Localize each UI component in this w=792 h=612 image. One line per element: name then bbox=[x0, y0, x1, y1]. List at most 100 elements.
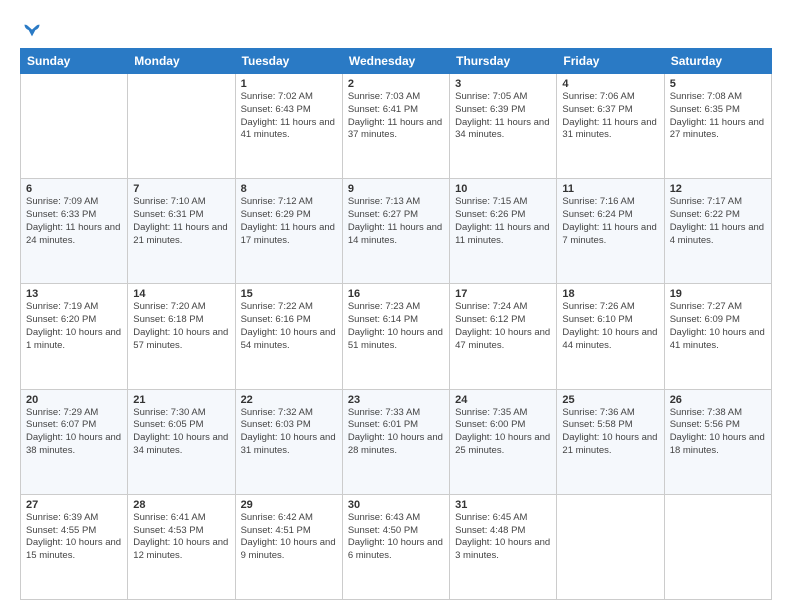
calendar-cell: 11Sunrise: 7:16 AMSunset: 6:24 PMDayligh… bbox=[557, 179, 664, 284]
day-info: Sunrise: 7:20 AMSunset: 6:18 PMDaylight:… bbox=[133, 301, 229, 352]
day-info: Sunrise: 7:30 AMSunset: 6:05 PMDaylight:… bbox=[133, 407, 229, 458]
day-number: 12 bbox=[670, 183, 766, 195]
logo-text bbox=[20, 18, 42, 38]
calendar-cell: 31Sunrise: 6:45 AMSunset: 4:48 PMDayligh… bbox=[450, 494, 557, 599]
calendar-cell: 2Sunrise: 7:03 AMSunset: 6:41 PMDaylight… bbox=[342, 74, 449, 179]
page: SundayMondayTuesdayWednesdayThursdayFrid… bbox=[0, 0, 792, 612]
day-number: 30 bbox=[348, 499, 444, 511]
day-info: Sunrise: 7:09 AMSunset: 6:33 PMDaylight:… bbox=[26, 196, 122, 247]
weekday-header-monday: Monday bbox=[128, 49, 235, 74]
weekday-header-saturday: Saturday bbox=[664, 49, 771, 74]
calendar-cell: 17Sunrise: 7:24 AMSunset: 6:12 PMDayligh… bbox=[450, 284, 557, 389]
calendar-cell bbox=[557, 494, 664, 599]
week-row-2: 6Sunrise: 7:09 AMSunset: 6:33 PMDaylight… bbox=[21, 179, 772, 284]
day-info: Sunrise: 7:03 AMSunset: 6:41 PMDaylight:… bbox=[348, 91, 444, 142]
calendar-cell bbox=[664, 494, 771, 599]
calendar-cell: 18Sunrise: 7:26 AMSunset: 6:10 PMDayligh… bbox=[557, 284, 664, 389]
day-number: 18 bbox=[562, 288, 658, 300]
weekday-header-sunday: Sunday bbox=[21, 49, 128, 74]
day-number: 15 bbox=[241, 288, 337, 300]
day-info: Sunrise: 6:39 AMSunset: 4:55 PMDaylight:… bbox=[26, 512, 122, 563]
day-number: 9 bbox=[348, 183, 444, 195]
day-info: Sunrise: 7:12 AMSunset: 6:29 PMDaylight:… bbox=[241, 196, 337, 247]
calendar-cell: 6Sunrise: 7:09 AMSunset: 6:33 PMDaylight… bbox=[21, 179, 128, 284]
day-number: 19 bbox=[670, 288, 766, 300]
day-number: 21 bbox=[133, 394, 229, 406]
calendar-cell: 16Sunrise: 7:23 AMSunset: 6:14 PMDayligh… bbox=[342, 284, 449, 389]
day-info: Sunrise: 7:24 AMSunset: 6:12 PMDaylight:… bbox=[455, 301, 551, 352]
calendar-cell: 24Sunrise: 7:35 AMSunset: 6:00 PMDayligh… bbox=[450, 389, 557, 494]
calendar-cell: 26Sunrise: 7:38 AMSunset: 5:56 PMDayligh… bbox=[664, 389, 771, 494]
weekday-header-wednesday: Wednesday bbox=[342, 49, 449, 74]
logo-bird-icon bbox=[22, 18, 42, 38]
calendar-cell: 14Sunrise: 7:20 AMSunset: 6:18 PMDayligh… bbox=[128, 284, 235, 389]
day-number: 1 bbox=[241, 78, 337, 90]
calendar-cell: 28Sunrise: 6:41 AMSunset: 4:53 PMDayligh… bbox=[128, 494, 235, 599]
day-number: 11 bbox=[562, 183, 658, 195]
day-number: 7 bbox=[133, 183, 229, 195]
day-number: 23 bbox=[348, 394, 444, 406]
day-number: 6 bbox=[26, 183, 122, 195]
calendar-cell: 23Sunrise: 7:33 AMSunset: 6:01 PMDayligh… bbox=[342, 389, 449, 494]
day-number: 2 bbox=[348, 78, 444, 90]
day-info: Sunrise: 7:15 AMSunset: 6:26 PMDaylight:… bbox=[455, 196, 551, 247]
day-number: 8 bbox=[241, 183, 337, 195]
day-number: 26 bbox=[670, 394, 766, 406]
day-info: Sunrise: 7:19 AMSunset: 6:20 PMDaylight:… bbox=[26, 301, 122, 352]
day-info: Sunrise: 7:38 AMSunset: 5:56 PMDaylight:… bbox=[670, 407, 766, 458]
day-number: 10 bbox=[455, 183, 551, 195]
day-number: 31 bbox=[455, 499, 551, 511]
day-info: Sunrise: 7:17 AMSunset: 6:22 PMDaylight:… bbox=[670, 196, 766, 247]
day-number: 14 bbox=[133, 288, 229, 300]
day-number: 25 bbox=[562, 394, 658, 406]
calendar-cell: 7Sunrise: 7:10 AMSunset: 6:31 PMDaylight… bbox=[128, 179, 235, 284]
calendar-cell: 13Sunrise: 7:19 AMSunset: 6:20 PMDayligh… bbox=[21, 284, 128, 389]
day-number: 13 bbox=[26, 288, 122, 300]
calendar-cell: 15Sunrise: 7:22 AMSunset: 6:16 PMDayligh… bbox=[235, 284, 342, 389]
day-info: Sunrise: 7:06 AMSunset: 6:37 PMDaylight:… bbox=[562, 91, 658, 142]
day-info: Sunrise: 7:33 AMSunset: 6:01 PMDaylight:… bbox=[348, 407, 444, 458]
calendar-cell: 10Sunrise: 7:15 AMSunset: 6:26 PMDayligh… bbox=[450, 179, 557, 284]
weekday-header-friday: Friday bbox=[557, 49, 664, 74]
week-row-5: 27Sunrise: 6:39 AMSunset: 4:55 PMDayligh… bbox=[21, 494, 772, 599]
calendar-cell: 22Sunrise: 7:32 AMSunset: 6:03 PMDayligh… bbox=[235, 389, 342, 494]
weekday-header-row: SundayMondayTuesdayWednesdayThursdayFrid… bbox=[21, 49, 772, 74]
day-info: Sunrise: 7:05 AMSunset: 6:39 PMDaylight:… bbox=[455, 91, 551, 142]
day-number: 20 bbox=[26, 394, 122, 406]
calendar-cell: 29Sunrise: 6:42 AMSunset: 4:51 PMDayligh… bbox=[235, 494, 342, 599]
day-info: Sunrise: 7:32 AMSunset: 6:03 PMDaylight:… bbox=[241, 407, 337, 458]
calendar-cell bbox=[21, 74, 128, 179]
calendar-cell: 3Sunrise: 7:05 AMSunset: 6:39 PMDaylight… bbox=[450, 74, 557, 179]
day-info: Sunrise: 6:43 AMSunset: 4:50 PMDaylight:… bbox=[348, 512, 444, 563]
day-info: Sunrise: 7:22 AMSunset: 6:16 PMDaylight:… bbox=[241, 301, 337, 352]
calendar-cell: 30Sunrise: 6:43 AMSunset: 4:50 PMDayligh… bbox=[342, 494, 449, 599]
weekday-header-thursday: Thursday bbox=[450, 49, 557, 74]
day-info: Sunrise: 7:16 AMSunset: 6:24 PMDaylight:… bbox=[562, 196, 658, 247]
day-number: 17 bbox=[455, 288, 551, 300]
calendar-cell: 27Sunrise: 6:39 AMSunset: 4:55 PMDayligh… bbox=[21, 494, 128, 599]
day-info: Sunrise: 7:26 AMSunset: 6:10 PMDaylight:… bbox=[562, 301, 658, 352]
calendar-cell: 19Sunrise: 7:27 AMSunset: 6:09 PMDayligh… bbox=[664, 284, 771, 389]
calendar-cell: 5Sunrise: 7:08 AMSunset: 6:35 PMDaylight… bbox=[664, 74, 771, 179]
day-number: 22 bbox=[241, 394, 337, 406]
day-number: 27 bbox=[26, 499, 122, 511]
weekday-header-tuesday: Tuesday bbox=[235, 49, 342, 74]
calendar-cell: 1Sunrise: 7:02 AMSunset: 6:43 PMDaylight… bbox=[235, 74, 342, 179]
week-row-4: 20Sunrise: 7:29 AMSunset: 6:07 PMDayligh… bbox=[21, 389, 772, 494]
calendar-cell: 9Sunrise: 7:13 AMSunset: 6:27 PMDaylight… bbox=[342, 179, 449, 284]
calendar-cell: 4Sunrise: 7:06 AMSunset: 6:37 PMDaylight… bbox=[557, 74, 664, 179]
logo bbox=[20, 18, 42, 38]
calendar-cell bbox=[128, 74, 235, 179]
day-info: Sunrise: 7:10 AMSunset: 6:31 PMDaylight:… bbox=[133, 196, 229, 247]
day-info: Sunrise: 7:27 AMSunset: 6:09 PMDaylight:… bbox=[670, 301, 766, 352]
day-number: 24 bbox=[455, 394, 551, 406]
day-number: 4 bbox=[562, 78, 658, 90]
week-row-1: 1Sunrise: 7:02 AMSunset: 6:43 PMDaylight… bbox=[21, 74, 772, 179]
day-info: Sunrise: 6:42 AMSunset: 4:51 PMDaylight:… bbox=[241, 512, 337, 563]
day-info: Sunrise: 6:45 AMSunset: 4:48 PMDaylight:… bbox=[455, 512, 551, 563]
day-number: 16 bbox=[348, 288, 444, 300]
calendar-cell: 25Sunrise: 7:36 AMSunset: 5:58 PMDayligh… bbox=[557, 389, 664, 494]
calendar-table: SundayMondayTuesdayWednesdayThursdayFrid… bbox=[20, 48, 772, 600]
header bbox=[20, 18, 772, 38]
day-info: Sunrise: 6:41 AMSunset: 4:53 PMDaylight:… bbox=[133, 512, 229, 563]
